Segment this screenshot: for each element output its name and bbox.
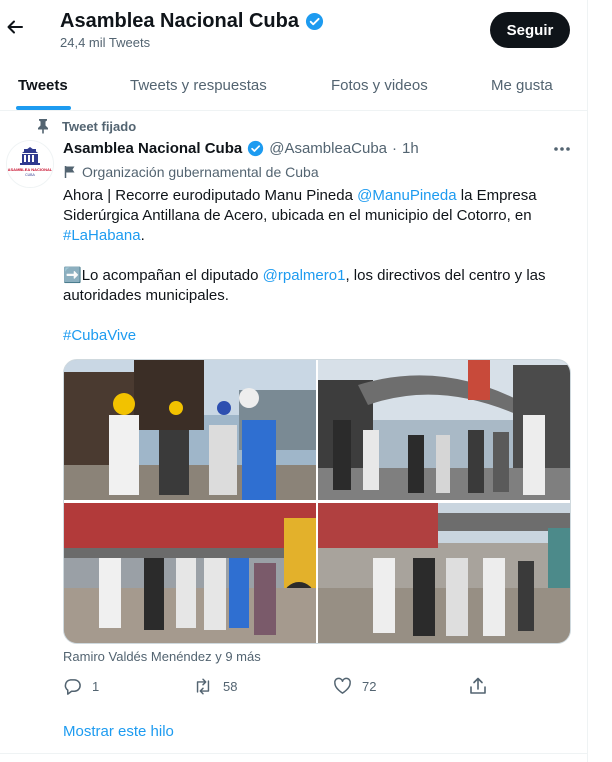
separator-dot: · (392, 140, 398, 157)
tweet-author-row: Asamblea Nacional Cuba @AsambleaCuba · 1… (63, 140, 419, 157)
profile-name: Asamblea Nacional Cuba (60, 10, 299, 32)
profile-page: Asamblea Nacional Cuba 24,4 mil Tweets S… (0, 0, 588, 762)
tab-likes[interactable]: Me gusta (491, 60, 553, 110)
tweet-actions: 1 58 72 (63, 677, 503, 697)
like-button[interactable]: 72 (333, 677, 376, 695)
org-label: Organización gubernamental de Cuba (82, 164, 319, 180)
media-grid (63, 359, 571, 644)
share-button[interactable] (469, 677, 487, 695)
photo-4[interactable] (318, 503, 570, 643)
pin-icon (36, 118, 50, 134)
reply-icon (63, 677, 82, 696)
show-thread-link[interactable]: Mostrar este hilo (63, 723, 174, 740)
text-segment: . (140, 227, 145, 244)
tab-tweets-and-replies[interactable]: Tweets y respuestas (130, 60, 267, 110)
photo-1[interactable] (64, 360, 316, 500)
author-name[interactable]: Asamblea Nacional Cuba (63, 140, 242, 157)
reply-button[interactable]: 1 (63, 677, 99, 696)
tab-photos-and-videos[interactable]: Fotos y videos (331, 60, 428, 110)
mention-link[interactable]: @ManuPineda (357, 187, 456, 204)
mention-link[interactable]: @rpalmero1 (263, 267, 346, 284)
tweet-divider (0, 753, 587, 754)
back-arrow-icon[interactable] (6, 18, 24, 36)
profile-header: Asamblea Nacional Cuba 24,4 mil Tweets S… (0, 0, 587, 60)
reply-count: 1 (92, 679, 100, 694)
hashtag-link[interactable]: #CubaVive (63, 327, 136, 344)
hashtag-link[interactable]: #LaHabana (63, 227, 141, 244)
active-tab-indicator (16, 106, 71, 110)
tweet-paragraph-3: #CubaVive (63, 326, 563, 346)
tweet-paragraph-1: Ahora | Recorre eurodiputado Manu Pineda… (63, 186, 563, 246)
tweet-paragraph-2: ➡️Lo acompañan el diputado @rpalmero1, l… (63, 266, 563, 306)
tagged-people[interactable]: Ramiro Valdés Menéndez y 9 más (63, 649, 261, 664)
photo-2[interactable] (318, 360, 570, 500)
author-handle[interactable]: @AsambleaCuba (269, 140, 387, 157)
pinned-label-row: Tweet fijado (36, 118, 136, 134)
profile-tabs: Tweets Tweets y respuestas Fotos y video… (0, 60, 587, 111)
verified-badge-icon (247, 140, 264, 157)
profile-title: Asamblea Nacional Cuba (60, 10, 324, 33)
avatar-text-line-1: ASAMBLEA NACIONAL (8, 167, 53, 172)
like-count: 72 (362, 678, 377, 694)
verified-badge-icon (305, 12, 324, 31)
tab-tweets[interactable]: Tweets (18, 60, 68, 110)
tweet-text: Ahora | Recorre eurodiputado Manu Pineda… (63, 186, 563, 346)
flag-icon (64, 165, 76, 179)
arrow-emoji-icon: ➡️ (63, 267, 82, 284)
share-icon (469, 677, 487, 695)
retweet-icon (193, 677, 213, 696)
retweet-count: 58 (223, 679, 238, 694)
org-label-row: Organización gubernamental de Cuba (64, 164, 319, 180)
photo-3[interactable] (64, 503, 316, 643)
like-icon (333, 677, 352, 695)
text-segment: Lo acompañan el diputado (81, 267, 263, 284)
text-segment: Ahora | Recorre eurodiputado Manu Pineda (63, 187, 358, 204)
avatar-text-line-2: CUBA (25, 173, 35, 177)
tweet-count: 24,4 mil Tweets (60, 35, 151, 50)
avatar[interactable]: ASAMBLEA NACIONAL CUBA (6, 140, 54, 188)
follow-button[interactable]: Seguir (490, 12, 570, 48)
more-icon[interactable] (552, 140, 572, 158)
tweet-time[interactable]: 1h (402, 140, 419, 157)
retweet-button[interactable]: 58 (193, 677, 237, 696)
pinned-label: Tweet fijado (62, 118, 137, 134)
